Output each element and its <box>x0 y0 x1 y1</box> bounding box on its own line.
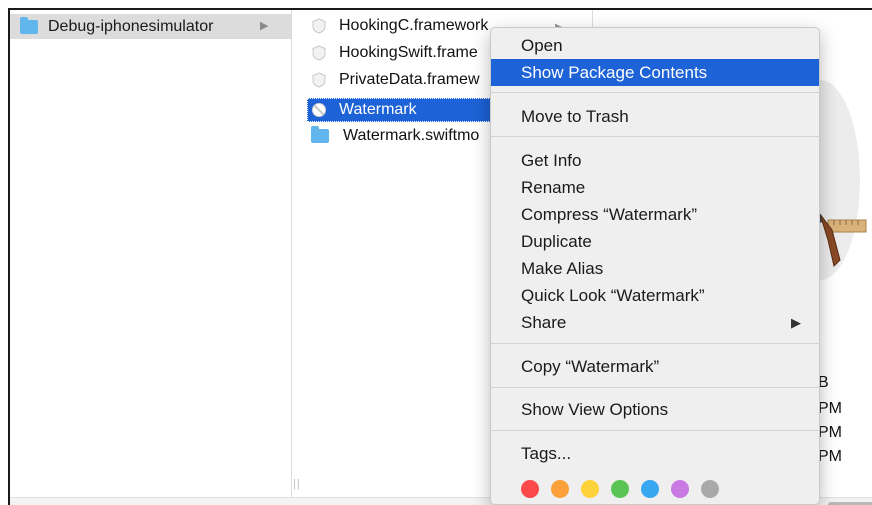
file-name: Watermark <box>339 101 417 118</box>
file-name: PrivateData.framew <box>339 71 480 88</box>
tag-yellow[interactable] <box>581 480 599 498</box>
menu-item-tags[interactable]: Tags... <box>491 440 819 467</box>
menu-item-rename[interactable]: Rename <box>491 174 819 201</box>
menu-item-share[interactable]: Share ▶ <box>491 309 819 336</box>
column1-selected-item[interactable]: Debug-iphonesimulator ▶ <box>10 14 291 39</box>
menu-separator <box>491 387 819 388</box>
file-name: HookingSwift.frame <box>339 44 478 61</box>
menu-separator <box>491 136 819 137</box>
menu-item-compress[interactable]: Compress “Watermark” <box>491 201 819 228</box>
menu-item-copy[interactable]: Copy “Watermark” <box>491 353 819 380</box>
menu-item-duplicate[interactable]: Duplicate <box>491 228 819 255</box>
meta-modified: PM <box>818 424 842 441</box>
menu-separator <box>491 343 819 344</box>
menu-item-quick-look[interactable]: Quick Look “Watermark” <box>491 282 819 309</box>
column-resize-handle[interactable]: || <box>293 478 301 490</box>
framework-icon <box>312 72 326 88</box>
menu-separator <box>491 430 819 431</box>
meta-created: PM <box>818 400 842 417</box>
context-menu: Open Show Package Contents Move to Trash… <box>490 27 820 505</box>
folder-icon <box>311 126 329 143</box>
app-icon <box>312 103 326 117</box>
menu-item-get-info[interactable]: Get Info <box>491 147 819 174</box>
menu-item-move-to-trash[interactable]: Move to Trash <box>491 103 819 130</box>
disclosure-arrow-icon: ▶ <box>260 20 269 32</box>
folder-icon <box>20 16 38 34</box>
menu-item-make-alias[interactable]: Make Alias <box>491 255 819 282</box>
menu-separator <box>491 92 819 93</box>
paintbrush-icon <box>815 210 867 267</box>
framework-icon <box>312 45 326 61</box>
menu-item-show-view-options[interactable]: Show View Options <box>491 396 819 423</box>
tag-color-row <box>521 480 719 498</box>
menu-item-show-package-contents[interactable]: Show Package Contents <box>491 59 819 86</box>
tag-blue[interactable] <box>641 480 659 498</box>
finder-column-1: Debug-iphonesimulator ▶ <box>10 10 292 505</box>
submenu-arrow-icon: ▶ <box>791 314 801 330</box>
tag-green[interactable] <box>611 480 629 498</box>
framework-icon <box>312 18 326 34</box>
file-name: HookingC.framework <box>339 17 489 34</box>
tag-orange[interactable] <box>551 480 569 498</box>
file-name: Watermark.swiftmo <box>343 127 480 144</box>
tag-purple[interactable] <box>671 480 689 498</box>
tag-red[interactable] <box>521 480 539 498</box>
tag-gray[interactable] <box>701 480 719 498</box>
column1-item-label: Debug-iphonesimulator <box>48 17 214 35</box>
meta-opened: PM <box>818 448 842 465</box>
menu-item-open[interactable]: Open <box>491 32 819 59</box>
